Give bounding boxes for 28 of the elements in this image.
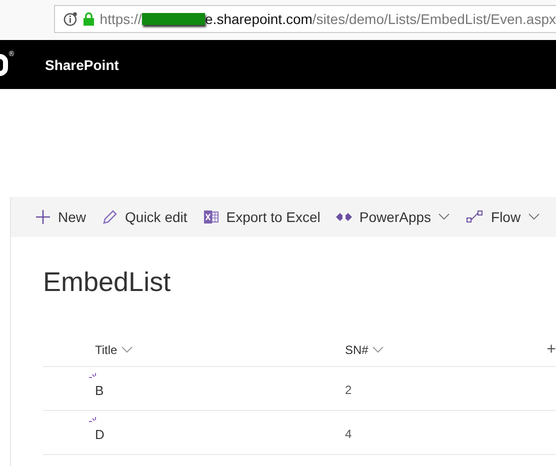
chevron-down-icon — [372, 346, 384, 354]
chevron-down-icon — [121, 346, 134, 354]
list-title: EmbedList — [43, 267, 172, 298]
command-button[interactable]: New — [35, 209, 86, 225]
logo-fragment[interactable] — [0, 54, 8, 76]
add-column-button[interactable]: + — [546, 341, 556, 359]
title-cell[interactable]: B — [95, 383, 104, 398]
title-cell[interactable]: D — [95, 427, 104, 442]
column-header[interactable]: Title — [43, 343, 345, 357]
url-scheme: https:// — [100, 11, 142, 27]
command-button[interactable]: Flow — [466, 209, 540, 225]
address-bar[interactable]: https:// e.sharepoint.com/sites/demo/Lists/EmbedList/Even.aspx — [54, 5, 556, 33]
info-icon[interactable] — [63, 11, 78, 27]
lock-icon — [83, 12, 95, 26]
url-host: e.sharepoint.com — [205, 11, 312, 27]
spreadsheet-icon — [203, 209, 220, 225]
number-cell: 4 — [345, 427, 352, 441]
flow-icon — [466, 209, 484, 225]
pencil-icon — [102, 209, 118, 225]
command-button[interactable]: Quick edit — [102, 209, 188, 225]
plus-icon — [35, 209, 51, 225]
url-path: /sites/demo/Lists/EmbedList/Even.aspx — [312, 11, 556, 27]
redaction-mark — [142, 13, 206, 25]
command-button[interactable]: Export to Excel — [203, 209, 320, 225]
column-header[interactable]: SN# — [345, 343, 495, 357]
app-name[interactable]: SharePoint — [45, 56, 119, 72]
command-button[interactable]: PowerApps — [336, 209, 450, 225]
number-cell: 2 — [345, 383, 352, 397]
